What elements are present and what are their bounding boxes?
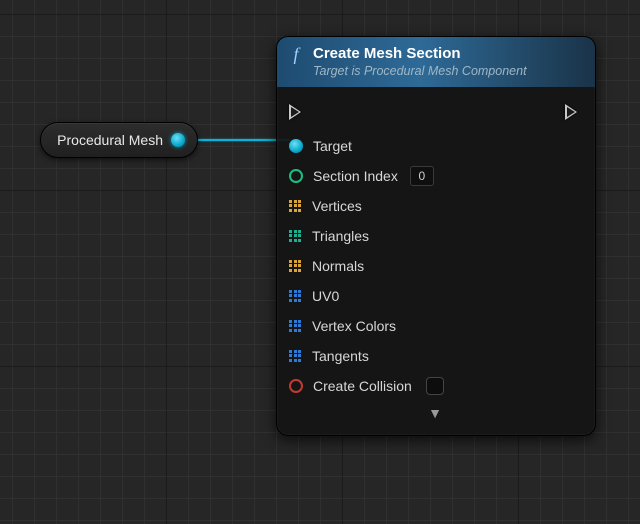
input-pin-section-index[interactable] [289,169,303,183]
pin-label-vertex-colors: Vertex Colors [312,318,396,334]
input-pin-tangents[interactable] [289,350,302,363]
pin-label-section-index: Section Index [313,168,398,184]
create-collision-checkbox[interactable] [426,377,444,395]
node-subtitle: Target is Procedural Mesh Component [313,64,527,80]
pin-label-target: Target [313,138,352,154]
exec-in-pin[interactable] [289,104,301,120]
node-header[interactable]: f Create Mesh Section Target is Procedur… [277,37,595,87]
wire-procmesh-to-target[interactable] [190,139,290,141]
expand-toggle[interactable]: ▼ [289,401,581,429]
function-node-create-mesh-section[interactable]: f Create Mesh Section Target is Procedur… [276,36,596,436]
input-pin-target[interactable] [289,139,303,153]
pin-row-tangents: Tangents [289,341,581,371]
pin-label-create-collision: Create Collision [313,378,412,394]
pin-label-vertices: Vertices [312,198,362,214]
exec-row [289,97,581,127]
function-icon: f [287,45,305,65]
exec-out-pin[interactable] [565,104,577,120]
pin-row-uv0: UV0 [289,281,581,311]
node-title: Create Mesh Section [313,45,527,64]
chevron-down-icon: ▼ [428,405,442,421]
pin-label-tangents: Tangents [312,348,369,364]
output-pin-object[interactable] [171,133,185,147]
input-pin-vertex-colors[interactable] [289,320,302,333]
pin-row-section-index: Section Index 0 [289,161,581,191]
node-body: Target Section Index 0 Vertices Triangle… [277,87,595,435]
pin-row-vertex-colors: Vertex Colors [289,311,581,341]
pin-label-normals: Normals [312,258,364,274]
input-pin-vertices[interactable] [289,200,302,213]
input-pin-create-collision[interactable] [289,379,303,393]
variable-node-label: Procedural Mesh [57,132,163,148]
variable-node-procedural-mesh[interactable]: Procedural Mesh [40,122,198,158]
pin-label-triangles: Triangles [312,228,369,244]
input-pin-normals[interactable] [289,260,302,273]
pin-label-uv0: UV0 [312,288,339,304]
section-index-field[interactable]: 0 [410,166,434,186]
pin-row-create-collision: Create Collision [289,371,581,401]
pin-row-triangles: Triangles [289,221,581,251]
pin-row-target: Target [289,131,581,161]
pin-row-vertices: Vertices [289,191,581,221]
input-pin-triangles[interactable] [289,230,302,243]
input-pin-uv0[interactable] [289,290,302,303]
pin-row-normals: Normals [289,251,581,281]
